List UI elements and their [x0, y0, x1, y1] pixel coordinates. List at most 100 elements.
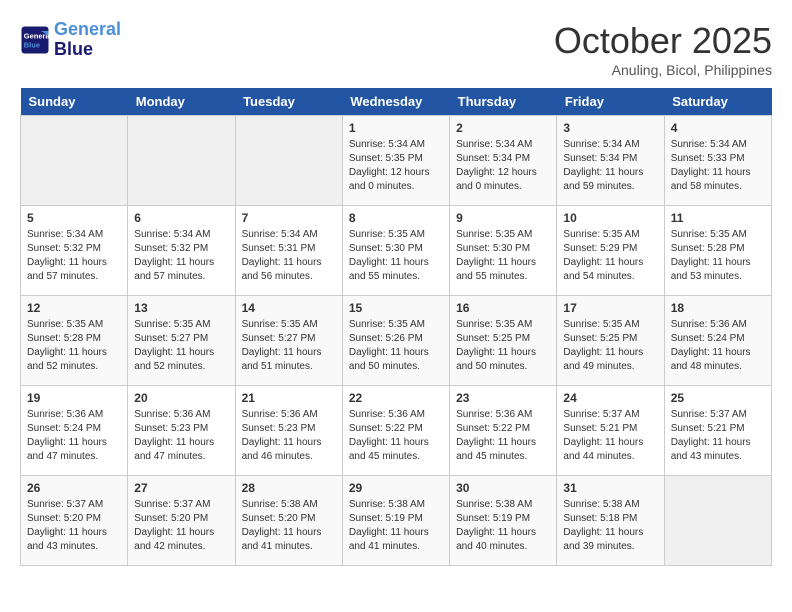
day-number: 27	[134, 481, 228, 495]
day-info: Sunrise: 5:35 AMSunset: 5:30 PMDaylight:…	[456, 228, 550, 284]
calendar-cell	[128, 116, 235, 206]
header-row: SundayMondayTuesdayWednesdayThursdayFrid…	[21, 88, 772, 116]
day-info: Sunrise: 5:34 AMSunset: 5:32 PMDaylight:…	[134, 228, 228, 284]
calendar-cell: 23 Sunrise: 5:36 AMSunset: 5:22 PMDaylig…	[450, 386, 557, 476]
day-info: Sunrise: 5:35 AMSunset: 5:25 PMDaylight:…	[563, 318, 657, 374]
day-number: 21	[242, 391, 336, 405]
week-row-3: 12 Sunrise: 5:35 AMSunset: 5:28 PMDaylig…	[21, 296, 772, 386]
day-number: 30	[456, 481, 550, 495]
day-info: Sunrise: 5:38 AMSunset: 5:20 PMDaylight:…	[242, 498, 336, 554]
day-number: 29	[349, 481, 443, 495]
day-number: 2	[456, 121, 550, 135]
day-number: 25	[671, 391, 765, 405]
header-cell-friday: Friday	[557, 88, 664, 116]
calendar-cell: 13 Sunrise: 5:35 AMSunset: 5:27 PMDaylig…	[128, 296, 235, 386]
day-info: Sunrise: 5:34 AMSunset: 5:32 PMDaylight:…	[27, 228, 121, 284]
day-info: Sunrise: 5:36 AMSunset: 5:23 PMDaylight:…	[242, 408, 336, 464]
calendar-cell: 22 Sunrise: 5:36 AMSunset: 5:22 PMDaylig…	[342, 386, 449, 476]
day-number: 18	[671, 301, 765, 315]
calendar-cell: 1 Sunrise: 5:34 AMSunset: 5:35 PMDayligh…	[342, 116, 449, 206]
day-number: 11	[671, 211, 765, 225]
day-info: Sunrise: 5:35 AMSunset: 5:26 PMDaylight:…	[349, 318, 443, 374]
day-number: 28	[242, 481, 336, 495]
day-number: 22	[349, 391, 443, 405]
day-info: Sunrise: 5:35 AMSunset: 5:29 PMDaylight:…	[563, 228, 657, 284]
week-row-5: 26 Sunrise: 5:37 AMSunset: 5:20 PMDaylig…	[21, 476, 772, 566]
day-number: 16	[456, 301, 550, 315]
calendar-cell: 2 Sunrise: 5:34 AMSunset: 5:34 PMDayligh…	[450, 116, 557, 206]
header-cell-saturday: Saturday	[664, 88, 771, 116]
day-info: Sunrise: 5:37 AMSunset: 5:20 PMDaylight:…	[134, 498, 228, 554]
day-number: 15	[349, 301, 443, 315]
week-row-1: 1 Sunrise: 5:34 AMSunset: 5:35 PMDayligh…	[21, 116, 772, 206]
day-info: Sunrise: 5:35 AMSunset: 5:30 PMDaylight:…	[349, 228, 443, 284]
day-number: 17	[563, 301, 657, 315]
day-info: Sunrise: 5:37 AMSunset: 5:21 PMDaylight:…	[563, 408, 657, 464]
calendar-cell: 9 Sunrise: 5:35 AMSunset: 5:30 PMDayligh…	[450, 206, 557, 296]
svg-text:Blue: Blue	[24, 40, 40, 49]
calendar-cell: 29 Sunrise: 5:38 AMSunset: 5:19 PMDaylig…	[342, 476, 449, 566]
day-info: Sunrise: 5:38 AMSunset: 5:18 PMDaylight:…	[563, 498, 657, 554]
day-number: 23	[456, 391, 550, 405]
day-info: Sunrise: 5:36 AMSunset: 5:22 PMDaylight:…	[349, 408, 443, 464]
day-number: 31	[563, 481, 657, 495]
calendar-header: SundayMondayTuesdayWednesdayThursdayFrid…	[21, 88, 772, 116]
day-info: Sunrise: 5:38 AMSunset: 5:19 PMDaylight:…	[349, 498, 443, 554]
day-info: Sunrise: 5:37 AMSunset: 5:21 PMDaylight:…	[671, 408, 765, 464]
day-number: 19	[27, 391, 121, 405]
calendar-cell: 3 Sunrise: 5:34 AMSunset: 5:34 PMDayligh…	[557, 116, 664, 206]
page-header: General Blue GeneralBlue October 2025 An…	[20, 20, 772, 78]
logo-name: GeneralBlue	[54, 20, 121, 60]
calendar-cell: 5 Sunrise: 5:34 AMSunset: 5:32 PMDayligh…	[21, 206, 128, 296]
day-info: Sunrise: 5:35 AMSunset: 5:27 PMDaylight:…	[242, 318, 336, 374]
calendar-cell: 21 Sunrise: 5:36 AMSunset: 5:23 PMDaylig…	[235, 386, 342, 476]
calendar-cell: 30 Sunrise: 5:38 AMSunset: 5:19 PMDaylig…	[450, 476, 557, 566]
logo-icon: General Blue	[20, 25, 50, 55]
day-info: Sunrise: 5:35 AMSunset: 5:28 PMDaylight:…	[671, 228, 765, 284]
day-info: Sunrise: 5:35 AMSunset: 5:28 PMDaylight:…	[27, 318, 121, 374]
calendar-cell: 28 Sunrise: 5:38 AMSunset: 5:20 PMDaylig…	[235, 476, 342, 566]
day-number: 8	[349, 211, 443, 225]
logo: General Blue GeneralBlue	[20, 20, 121, 60]
day-number: 1	[349, 121, 443, 135]
day-number: 12	[27, 301, 121, 315]
calendar-cell	[664, 476, 771, 566]
header-cell-wednesday: Wednesday	[342, 88, 449, 116]
calendar-cell: 31 Sunrise: 5:38 AMSunset: 5:18 PMDaylig…	[557, 476, 664, 566]
header-cell-monday: Monday	[128, 88, 235, 116]
day-info: Sunrise: 5:34 AMSunset: 5:33 PMDaylight:…	[671, 138, 765, 194]
calendar-cell: 14 Sunrise: 5:35 AMSunset: 5:27 PMDaylig…	[235, 296, 342, 386]
day-info: Sunrise: 5:36 AMSunset: 5:22 PMDaylight:…	[456, 408, 550, 464]
day-info: Sunrise: 5:38 AMSunset: 5:19 PMDaylight:…	[456, 498, 550, 554]
header-cell-thursday: Thursday	[450, 88, 557, 116]
header-cell-sunday: Sunday	[21, 88, 128, 116]
day-info: Sunrise: 5:34 AMSunset: 5:35 PMDaylight:…	[349, 138, 443, 194]
header-cell-tuesday: Tuesday	[235, 88, 342, 116]
day-number: 7	[242, 211, 336, 225]
day-number: 26	[27, 481, 121, 495]
day-number: 20	[134, 391, 228, 405]
day-number: 9	[456, 211, 550, 225]
calendar-body: 1 Sunrise: 5:34 AMSunset: 5:35 PMDayligh…	[21, 116, 772, 566]
calendar-cell: 8 Sunrise: 5:35 AMSunset: 5:30 PMDayligh…	[342, 206, 449, 296]
week-row-4: 19 Sunrise: 5:36 AMSunset: 5:24 PMDaylig…	[21, 386, 772, 476]
calendar-table: SundayMondayTuesdayWednesdayThursdayFrid…	[20, 88, 772, 566]
calendar-cell	[235, 116, 342, 206]
title-block: October 2025 Anuling, Bicol, Philippines	[554, 20, 772, 78]
calendar-cell: 24 Sunrise: 5:37 AMSunset: 5:21 PMDaylig…	[557, 386, 664, 476]
day-number: 6	[134, 211, 228, 225]
calendar-cell: 12 Sunrise: 5:35 AMSunset: 5:28 PMDaylig…	[21, 296, 128, 386]
calendar-cell	[21, 116, 128, 206]
day-info: Sunrise: 5:34 AMSunset: 5:34 PMDaylight:…	[563, 138, 657, 194]
calendar-cell: 19 Sunrise: 5:36 AMSunset: 5:24 PMDaylig…	[21, 386, 128, 476]
day-info: Sunrise: 5:34 AMSunset: 5:31 PMDaylight:…	[242, 228, 336, 284]
calendar-cell: 17 Sunrise: 5:35 AMSunset: 5:25 PMDaylig…	[557, 296, 664, 386]
calendar-cell: 20 Sunrise: 5:36 AMSunset: 5:23 PMDaylig…	[128, 386, 235, 476]
day-number: 3	[563, 121, 657, 135]
calendar-cell: 11 Sunrise: 5:35 AMSunset: 5:28 PMDaylig…	[664, 206, 771, 296]
day-number: 10	[563, 211, 657, 225]
calendar-cell: 27 Sunrise: 5:37 AMSunset: 5:20 PMDaylig…	[128, 476, 235, 566]
calendar-cell: 25 Sunrise: 5:37 AMSunset: 5:21 PMDaylig…	[664, 386, 771, 476]
day-number: 4	[671, 121, 765, 135]
calendar-cell: 26 Sunrise: 5:37 AMSunset: 5:20 PMDaylig…	[21, 476, 128, 566]
